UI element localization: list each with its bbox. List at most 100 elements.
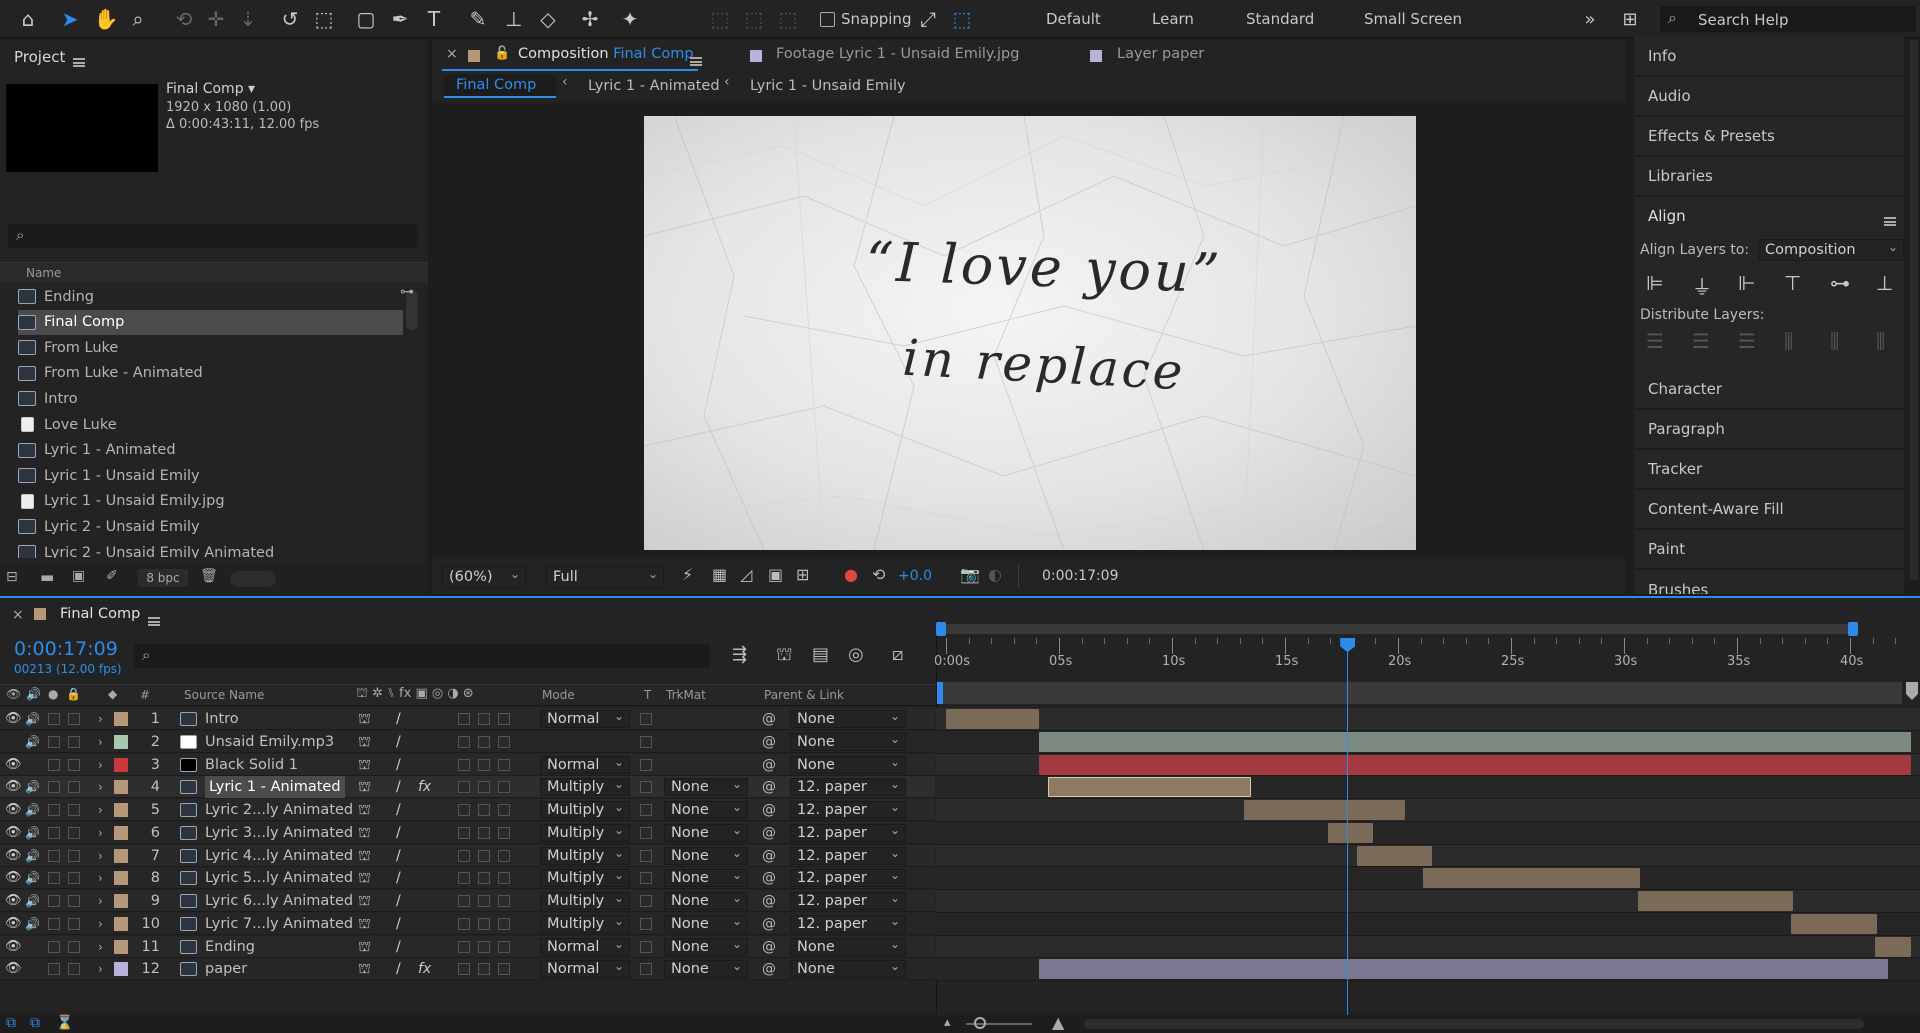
align-bottom-icon[interactable]: ⊥ — [1876, 271, 1893, 295]
pick-whip-icon[interactable]: @ — [762, 799, 776, 821]
adjustment-toggle[interactable] — [478, 713, 490, 725]
eye-icon[interactable]: 👁 — [5, 754, 22, 776]
speaker-icon[interactable]: 🔊 — [25, 845, 40, 867]
viewer-menu-icon[interactable] — [690, 57, 702, 66]
lock-icon[interactable]: 🔓 — [494, 46, 510, 61]
blend-mode-dropdown[interactable]: Multiply — [540, 822, 630, 842]
eye-icon[interactable]: 👁 — [5, 890, 22, 912]
distribute-hcenter-icon[interactable]: ⫼ — [1830, 329, 1839, 353]
eye-icon[interactable]: 👁 — [5, 799, 22, 821]
close-icon[interactable]: × — [446, 46, 458, 62]
preserve-transparency-toggle[interactable] — [640, 872, 652, 885]
align-menu-icon[interactable] — [1884, 217, 1896, 226]
thumbnail-slider[interactable] — [230, 571, 276, 587]
reset-exposure-icon[interactable]: ⟲ — [872, 565, 885, 584]
orbit-tool-icon[interactable]: ⟲ — [170, 5, 198, 33]
solo-toggle[interactable] — [48, 872, 60, 885]
speaker-icon[interactable]: 🔊 — [25, 776, 40, 798]
layer-duration-bar[interactable] — [1637, 891, 1794, 911]
expand-chevron-icon[interactable]: › — [98, 754, 103, 776]
quality-slash-icon[interactable]: / — [396, 708, 401, 730]
blend-mode-dropdown[interactable]: Multiply — [540, 776, 630, 797]
source-name-column-header[interactable]: Source Name — [184, 688, 264, 702]
3d-layer-toggle[interactable] — [498, 804, 510, 816]
project-item[interactable]: Intro — [18, 386, 403, 411]
effects-fx-icon[interactable]: fx — [418, 958, 431, 980]
blend-mode-dropdown[interactable]: Normal — [540, 936, 630, 956]
lock-toggle[interactable] — [68, 940, 80, 953]
label-color-swatch[interactable] — [114, 757, 128, 772]
adjustment-toggle[interactable] — [478, 781, 490, 794]
preserve-transparency-toggle[interactable] — [640, 735, 652, 748]
track-matte-dropdown[interactable]: None — [664, 936, 748, 956]
layer-row[interactable]: 👁🔊 › 6 Lyric 3...ly Animated⛫ / Multiply None @… — [0, 821, 935, 844]
3d-layer-toggle[interactable] — [498, 940, 510, 953]
expand-chevron-icon[interactable]: › — [98, 799, 103, 821]
expand-chevron-icon[interactable]: › — [98, 958, 103, 980]
layer-duration-bar[interactable] — [1047, 777, 1252, 798]
zoom-out-icon[interactable]: ▴ — [944, 1015, 951, 1030]
quality-slash-icon[interactable]: / — [396, 754, 401, 776]
align-panel-title[interactable]: Align — [1648, 207, 1686, 225]
shy-icon[interactable]: ⛫ — [358, 845, 371, 867]
solo-toggle[interactable] — [48, 826, 60, 839]
layer-duration-bar[interactable] — [946, 709, 1039, 729]
align-right-icon[interactable]: ⊩ — [1738, 271, 1755, 295]
motion-blur-toggle[interactable] — [458, 735, 470, 748]
distribute-vcenter-icon[interactable]: ☰ — [1692, 329, 1710, 353]
breadcrumb-lyric1-unsaid[interactable]: Lyric 1 - Unsaid Emily — [750, 78, 906, 94]
speaker-icon[interactable]: 🔊 — [25, 708, 40, 730]
pick-whip-icon[interactable]: @ — [762, 913, 776, 935]
align-horizontal-center-icon[interactable]: ⏚ — [1692, 271, 1712, 300]
adjustment-toggle[interactable] — [478, 758, 490, 771]
layer-duration-bar[interactable] — [1038, 754, 1912, 775]
3d-layer-toggle[interactable] — [498, 917, 510, 930]
layer-duration-bar[interactable] — [1327, 822, 1374, 843]
panel-effects-presets[interactable]: Effects & Presets — [1634, 117, 1904, 155]
parent-link-dropdown[interactable]: 12. paper — [790, 867, 906, 888]
layer-duration-bar[interactable] — [1422, 868, 1640, 889]
blend-mode-dropdown[interactable]: Normal — [540, 958, 630, 979]
work-area-navigator[interactable] — [940, 624, 1856, 634]
snap-target-icon[interactable]: ⬚ — [948, 5, 976, 33]
label-header-icon[interactable]: ◆ — [108, 687, 117, 701]
layer-source-name[interactable]: Black Solid 1 — [205, 754, 298, 776]
motion-blur-icon[interactable]: ◎ — [848, 644, 864, 665]
track-matte-dropdown[interactable]: None — [664, 776, 748, 797]
parent-link-dropdown[interactable]: 12. paper — [790, 890, 906, 910]
blend-mode-dropdown[interactable]: Multiply — [540, 799, 630, 819]
quality-slash-icon[interactable]: / — [396, 845, 401, 867]
quality-slash-icon[interactable]: / — [396, 799, 401, 821]
track-matte-dropdown[interactable]: None — [664, 958, 748, 979]
clone-stamp-tool-icon[interactable]: ⊥ — [500, 5, 528, 33]
preserve-transparency-toggle[interactable] — [640, 804, 652, 816]
panel-paint[interactable]: Paint — [1634, 530, 1904, 568]
selection-tool-icon[interactable]: ➤ — [56, 5, 84, 33]
distribute-bottom-icon[interactable]: ☰ — [1738, 329, 1756, 353]
workspace-layout-icon[interactable]: ⊞ — [1616, 5, 1644, 33]
adjustment-toggle[interactable] — [478, 804, 490, 816]
interpret-footage-icon[interactable]: ⊟ — [6, 569, 18, 585]
eye-icon[interactable]: 👁 — [5, 936, 22, 958]
solo-toggle[interactable] — [48, 735, 60, 748]
timeline-tab[interactable]: Final Comp — [60, 606, 140, 622]
layer-row[interactable]: 👁🔊 › 10 Lyric 7...ly Animated⛫ / Multiply None… — [0, 912, 935, 935]
layer-row[interactable]: 👁 › 3 Black Solid 1 ⛫ / Normal @ None — [0, 753, 935, 776]
project-item[interactable]: Lyric 2 - Unsaid Emily — [18, 514, 403, 539]
motion-blur-toggle[interactable] — [458, 963, 470, 976]
search-help-field[interactable]: ⌕ Search Help — [1660, 6, 1916, 32]
right-panel-scrollbar[interactable] — [1910, 40, 1918, 580]
breadcrumb-lyric1-animated[interactable]: Lyric 1 - Animated — [588, 78, 720, 94]
preserve-transparency-toggle[interactable] — [640, 781, 652, 794]
layer-duration-bar[interactable] — [1357, 845, 1432, 866]
layer-row[interactable]: 👁🔊 › 7 Lyric 4...ly Animated⛫ / Multiply None @… — [0, 844, 935, 867]
motion-blur-toggle[interactable] — [458, 917, 470, 930]
shy-icon[interactable]: ⛫ — [358, 936, 371, 958]
panel-brushes[interactable]: Brushes — [1634, 570, 1904, 594]
distribute-left-icon[interactable]: ⫼ — [1784, 329, 1793, 353]
label-color-swatch[interactable] — [114, 916, 128, 931]
rotation-tool-icon[interactable]: ↺ — [276, 5, 304, 33]
layer-source-name[interactable]: Lyric 5...ly Animated — [205, 867, 353, 889]
pick-whip-icon[interactable]: @ — [762, 776, 776, 798]
solo-header-icon[interactable]: ● — [48, 687, 58, 701]
